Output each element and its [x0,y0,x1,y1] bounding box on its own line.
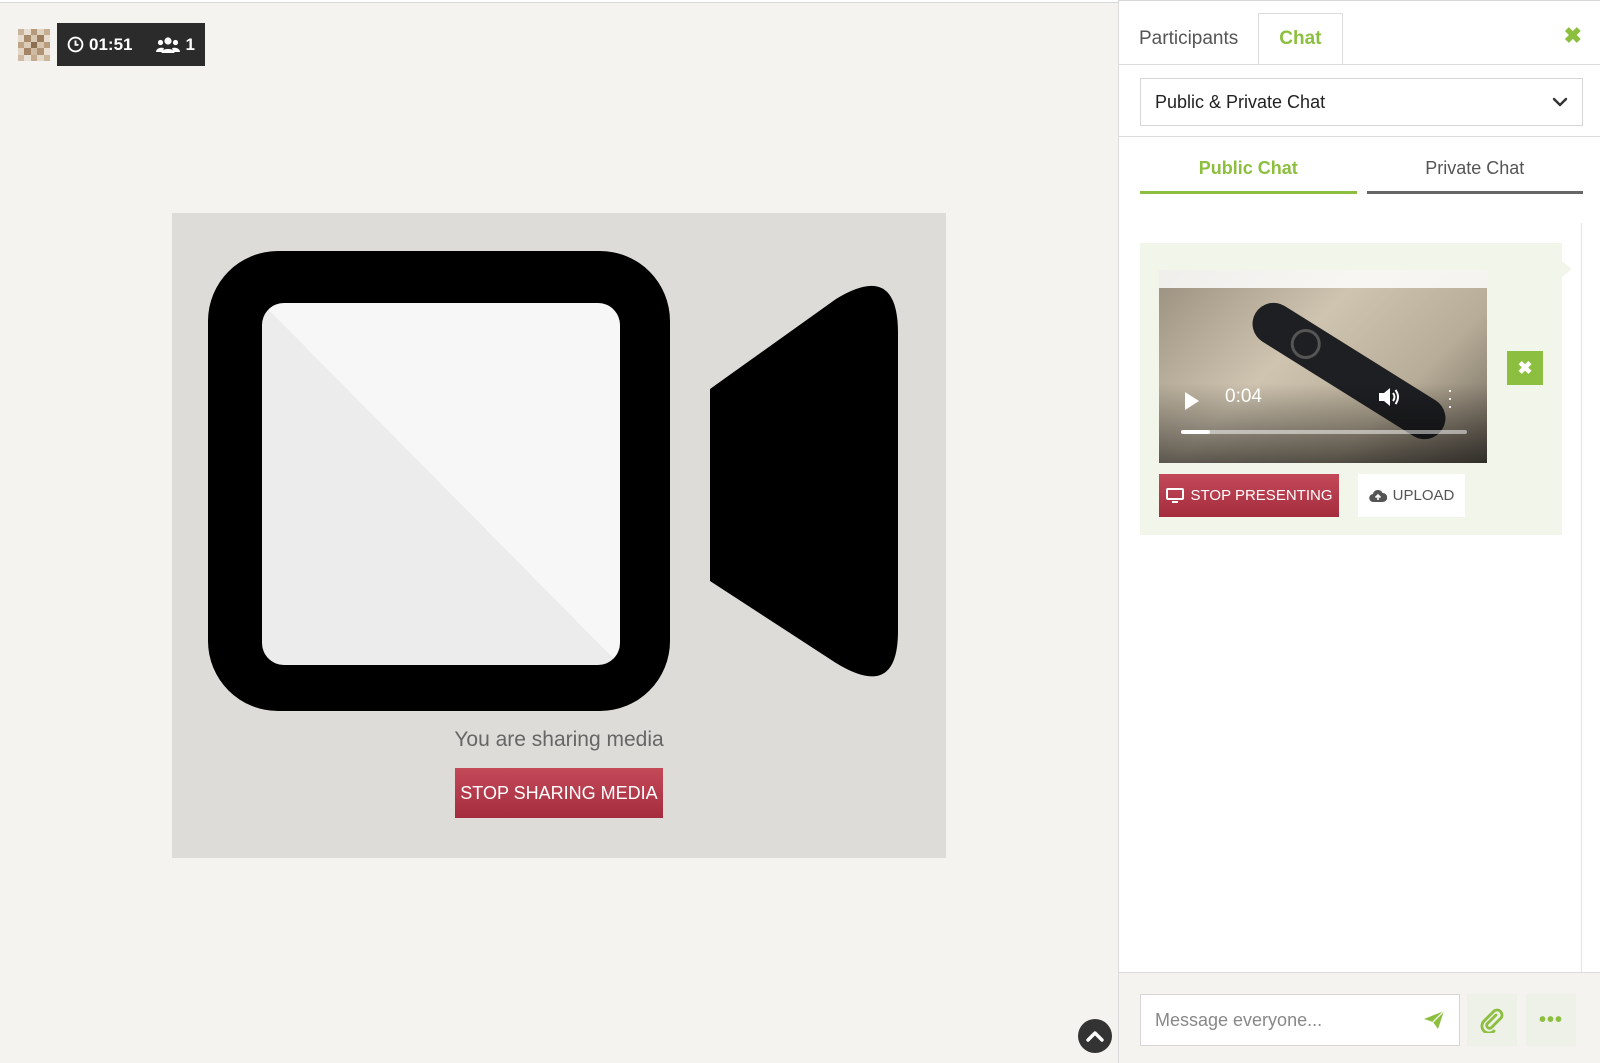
monitor-icon [1165,487,1184,503]
users-icon [156,36,181,53]
video-controls [1159,383,1487,463]
upload-button[interactable]: UPLOAD [1358,474,1465,517]
chat-composer: ••• [1119,973,1600,1063]
volume-icon[interactable] [1377,386,1401,408]
play-icon[interactable] [1185,392,1199,410]
message-input-wrapper [1140,994,1460,1046]
attach-file-button[interactable] [1467,994,1517,1046]
tab-participants[interactable]: Participants [1119,13,1258,65]
close-sidebar-icon[interactable]: ✖ [1564,23,1582,49]
video-progress-fill [1181,430,1210,434]
sharing-status-text: You are sharing media [454,728,664,751]
chat-sub-tabs: Public Chat Private Chat [1140,146,1583,194]
remove-media-icon[interactable]: ✖ [1507,351,1543,385]
ellipsis-icon: ••• [1538,1008,1563,1031]
tab-public-chat[interactable]: Public Chat [1140,146,1357,194]
chat-mode-select[interactable]: Public & Private Chat [1140,78,1583,126]
message-input[interactable] [1155,1009,1423,1031]
stop-presenting-button[interactable]: STOP PRESENTING [1159,474,1339,517]
user-avatar[interactable] [18,29,50,61]
chat-mode-value: Public & Private Chat [1155,91,1326,112]
tab-private-chat[interactable]: Private Chat [1366,146,1583,194]
video-player[interactable]: 0:04 · · · [1159,270,1487,463]
tabs-divider [1119,64,1600,65]
video-camera-icon [208,251,898,711]
video-toolbar-strip [1159,270,1487,288]
chevron-up-icon [1086,1031,1104,1042]
meeting-timer: 01:51 [89,34,133,54]
chat-sidebar: Participants Chat ✖ Public & Private Cha… [1118,0,1600,1063]
tab-chat[interactable]: Chat [1258,13,1343,65]
chat-scrollbar[interactable] [1581,223,1582,973]
video-progress-bar[interactable] [1181,430,1467,434]
more-options-button[interactable]: ••• [1526,994,1576,1046]
meeting-status-bar: 01:51 1 [57,23,205,66]
scroll-up-button[interactable] [1078,1019,1112,1053]
select-divider [1119,136,1600,137]
chevron-down-icon [1552,97,1568,107]
upload-label: UPLOAD [1392,487,1455,504]
participant-count: 1 [185,34,195,54]
stop-sharing-media-button[interactable]: STOP SHARING MEDIA [455,768,663,818]
chat-message-media: 0:04 · · · ✖ STOP PRESENTING UPLOAD [1140,243,1572,535]
main-stage: 01:51 1 You are sharing media STOP SHARI… [0,2,1118,1063]
media-share-panel: You are sharing media STOP SHARING MEDIA [172,213,946,858]
sidebar-tabs: Participants Chat [1119,13,1343,65]
stop-presenting-label: STOP PRESENTING [1190,487,1333,504]
video-more-icon[interactable]: · · · [1447,381,1453,415]
video-time: 0:04 [1225,386,1262,407]
send-icon[interactable] [1423,1010,1445,1030]
clock-icon [67,36,84,53]
cloud-upload-icon [1368,489,1387,502]
paperclip-icon [1480,1008,1504,1033]
